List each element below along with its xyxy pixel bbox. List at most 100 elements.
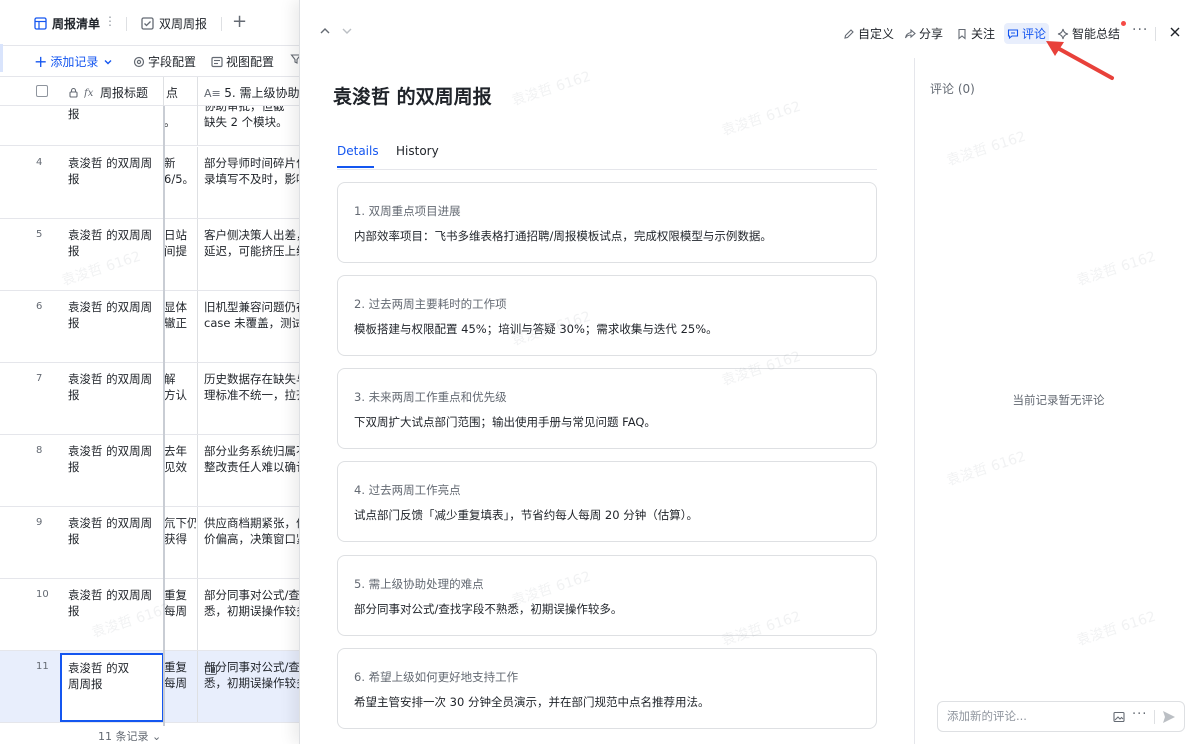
record-count[interactable]: 11 条记录 ⌄ xyxy=(98,728,161,744)
row-cell: 部分同事对公式/查找 悉，初期误操作较多 xyxy=(204,660,300,690)
row-number: 5 xyxy=(36,229,43,240)
add-view-icon[interactable]: + xyxy=(232,13,247,31)
view-settings-icon xyxy=(211,56,223,67)
add-record-label: 添加记录 xyxy=(50,55,99,69)
column-header-col3[interactable]: A≡ 5. 需上级协助处 xyxy=(204,84,300,101)
row-title: 袁浚哲 的双周周报 xyxy=(68,588,153,618)
select-all-checkbox[interactable] xyxy=(36,85,48,97)
tab-biweekly-report[interactable]: 双周周报 xyxy=(141,10,207,36)
plus-icon: + xyxy=(34,51,48,71)
field-card[interactable]: 4. 过去两周工作亮点 试点部门反馈「减少重复填表」，节省约每人每周 20 分钟… xyxy=(337,461,877,542)
field-card[interactable]: 1. 双周重点项目进展 内部效率项目：飞书多维表格打通招聘/周报模板试点，完成权… xyxy=(337,182,877,263)
field-value: 模板搭建与权限配置 45%；培训与答疑 30%；需求收集与迭代 25%。 xyxy=(354,322,718,336)
table-row[interactable]: 5 袁浚哲 的双周周报 日站 间提 客户侧决策人出差， 延迟，可能挤压上线 xyxy=(0,219,300,291)
table-toolbar: + 添加记录 字段配置 视图配置 xyxy=(0,46,300,76)
row-cell: 部分导师时间碎片化 录填写不及时，影响 xyxy=(204,156,300,186)
bookmark-icon xyxy=(958,28,966,40)
row-number: 10 xyxy=(36,589,49,600)
row-cell: 重复 每周 xyxy=(164,588,187,618)
tab-details[interactable]: Details xyxy=(337,144,379,158)
image-upload-icon[interactable] xyxy=(1113,711,1125,723)
column-divider xyxy=(197,291,198,362)
follow-button[interactable]: 关注 xyxy=(956,25,995,42)
row-cell: 新 6/5。 xyxy=(164,156,195,186)
table-row[interactable]: 6 袁浚哲 的双周周报 显体 辙正 旧机型兼容问题仍在 case 未覆盖，测试 xyxy=(0,291,300,363)
table-row[interactable]: 9 袁浚哲 的双周周报 氘下仍 获得 供应商档期紧张，优 价偏高，决策窗口紧 xyxy=(0,507,300,579)
row-cell: 去年 见效 xyxy=(164,444,187,474)
row-title: 袁浚哲 的双周周报 xyxy=(68,444,153,474)
watermark: 袁浚哲 6162 xyxy=(944,448,1028,490)
table-row-selected[interactable]: 11 袁浚哲 的双周周报 重复 每周 部分同事对公式/查找 悉，初期误操作较多 xyxy=(0,651,300,723)
share-button[interactable]: 分享 xyxy=(904,25,943,42)
table-row[interactable]: 10 袁浚哲 的双周周报 重复 每周 部分同事对公式/查找 悉，初期误操作较多 xyxy=(0,579,300,651)
frozen-column-divider[interactable] xyxy=(163,106,165,726)
customize-button[interactable]: 自定义 xyxy=(843,25,894,42)
column-header-label: 5. 需上级协助处 xyxy=(224,86,300,100)
tab-history[interactable]: History xyxy=(396,144,439,158)
annotation-arrow-icon xyxy=(1046,41,1114,80)
watermark: 袁浚哲 6162 xyxy=(509,68,593,110)
watermark: 袁浚哲 6162 xyxy=(719,98,803,140)
chevron-up-icon[interactable] xyxy=(318,24,332,38)
view-tab-bar: 周报清单 ⋮ 双周周报 + xyxy=(0,0,300,46)
tab-weekly-list[interactable]: 周报清单 xyxy=(34,10,100,36)
row-number: 11 xyxy=(36,661,49,672)
row-cell: 。 xyxy=(164,115,176,129)
composer-more-icon[interactable]: ··· xyxy=(1132,707,1147,722)
record-grid: fx 周报标题 点 A≡ 5. 需上级协助处 报 。 协助审批，但截 缺失 2 … xyxy=(0,76,300,726)
table-row[interactable]: 4 袁浚哲 的双周周报 新 6/5。 部分导师时间碎片化 录填写不及时，影响 xyxy=(0,147,300,219)
tab-options-icon[interactable]: ⋮ xyxy=(104,14,116,28)
row-cell: 历史数据存在缺失与 理标准不统一，拉齐 xyxy=(204,372,300,402)
record-detail-panel: 自定义 分享 关注 评论 智能总结 ··· 袁浚哲 的双周周报 Details … xyxy=(299,0,1200,744)
table-row[interactable]: 7 袁浚哲 的双周周报 解 方认 历史数据存在缺失与 理标准不统一，拉齐 xyxy=(0,363,300,435)
send-icon[interactable] xyxy=(1161,709,1177,725)
column-header-label: 周报标题 xyxy=(100,86,149,100)
field-heading: 5. 需上级协助处理的难点 xyxy=(354,577,484,591)
watermark: 袁浚哲 6162 xyxy=(1074,248,1158,290)
record-title: 袁浚哲 的双周周报 xyxy=(333,86,492,108)
column-divider xyxy=(197,147,198,218)
field-card[interactable]: 3. 未来两周工作重点和优先级 下双周扩大试点部门范围；输出使用手册与常见问题 … xyxy=(337,368,877,449)
selected-cell[interactable]: 袁浚哲 的双周周报 xyxy=(60,653,217,722)
row-title: 袁浚哲 的双周周报 xyxy=(68,156,153,186)
column-header-title[interactable]: fx 周报标题 xyxy=(68,84,148,101)
comments-empty-state: 当前记录暂无评论 xyxy=(1012,393,1105,407)
row-number: 7 xyxy=(36,373,43,384)
column-header-col2[interactable]: 点 xyxy=(166,84,178,101)
column-divider xyxy=(197,579,198,650)
row-cell: 部分同事对公式/查找 悉，初期误操作较多 xyxy=(204,588,300,618)
column-divider xyxy=(197,651,198,722)
column-divider xyxy=(197,219,198,290)
field-value: 试点部门反馈「减少重复填表」，节省约每人每周 20 分钟（估算）。 xyxy=(354,508,698,522)
chevron-down-icon xyxy=(104,59,112,64)
comment-input[interactable] xyxy=(947,709,1107,723)
table-row[interactable]: 8 袁浚哲 的双周周报 去年 见效 部分业务系统归属不 整改责任人难以确认 xyxy=(0,435,300,507)
chevron-down-icon[interactable] xyxy=(340,24,354,38)
table-row[interactable]: 报 。 协助审批，但截 缺失 2 个模块。 xyxy=(0,106,300,146)
grid-footer: 11 条记录 ⌄ xyxy=(0,720,300,744)
form-icon xyxy=(141,16,154,30)
row-cell: 客户侧决策人出差， 延迟，可能挤压上线 xyxy=(204,228,300,258)
detail-tabs: Details History xyxy=(337,144,877,170)
row-title: 袁浚哲 的双周周报 xyxy=(68,372,153,402)
add-record-button[interactable]: + 添加记录 xyxy=(34,53,113,70)
row-cell: 解 方认 xyxy=(164,372,187,402)
more-options-icon[interactable]: ··· xyxy=(1132,22,1148,38)
field-config-button[interactable]: 字段配置 xyxy=(133,53,196,70)
field-card[interactable]: 6. 希望上级如何更好地支持工作 希望主管安排一次 30 分钟全员演示，并在部门… xyxy=(337,648,877,729)
view-config-label: 视图配置 xyxy=(226,55,275,69)
field-heading: 2. 过去两周主要耗时的工作项 xyxy=(354,297,507,311)
follow-label: 关注 xyxy=(971,27,996,41)
field-card[interactable]: 2. 过去两周主要耗时的工作项 模板搭建与权限配置 45%；培训与答疑 30%；… xyxy=(337,275,877,356)
comments-sidebar: 评论 (0) 当前记录暂无评论 ··· 袁浚哲 6162 袁浚哲 6162 袁浚… xyxy=(914,58,1200,744)
row-title: 袁浚哲 的双周周报 xyxy=(68,516,153,546)
view-config-button[interactable]: 视图配置 xyxy=(211,53,274,70)
watermark: 袁浚哲 6162 xyxy=(1074,608,1158,650)
row-cell: 协助审批，但截 缺失 2 个模块。 xyxy=(204,106,288,129)
field-heading: 1. 双周重点项目进展 xyxy=(354,204,461,218)
column-divider xyxy=(197,363,198,434)
field-value: 内部效率项目：飞书多维表格打通招聘/周报模板试点，完成权限模型与示例数据。 xyxy=(354,229,772,243)
field-card[interactable]: 5. 需上级协助处理的难点 部分同事对公式/查找字段不熟悉，初期误操作较多。 xyxy=(337,555,877,636)
close-icon[interactable] xyxy=(1168,25,1182,39)
column-divider xyxy=(197,507,198,578)
